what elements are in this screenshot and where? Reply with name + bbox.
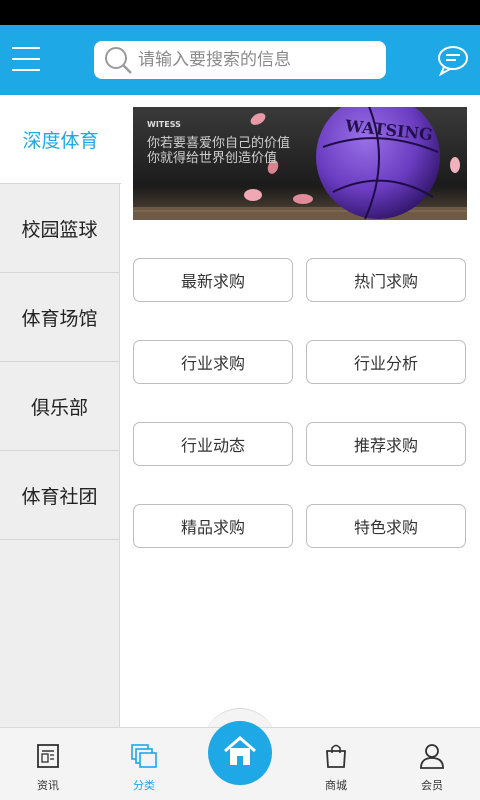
grid-button-industry-analysis[interactable]: 行业分析 bbox=[306, 340, 466, 384]
search-input[interactable] bbox=[138, 50, 368, 70]
tab-category[interactable]: 分类 bbox=[96, 728, 192, 800]
tab-news-label: 资讯 bbox=[37, 779, 59, 792]
search-box[interactable] bbox=[94, 41, 386, 79]
sidebar-item-clubs[interactable]: 俱乐部 bbox=[0, 362, 119, 451]
grid-button-industry-news[interactable]: 行业动态 bbox=[133, 422, 293, 466]
sidebar-item-sports-groups[interactable]: 体育社团 bbox=[0, 451, 119, 540]
status-bar bbox=[0, 0, 480, 25]
grid-button-hot-purchase[interactable]: 热门求购 bbox=[306, 258, 466, 302]
grid-button-industry-purchase[interactable]: 行业求购 bbox=[133, 340, 293, 384]
banner-line2: 你就得给世界创造价值 bbox=[147, 150, 277, 166]
banner-brand: WITESS bbox=[147, 120, 181, 129]
sidebar-item-campus-basketball[interactable]: 校园篮球 bbox=[0, 184, 119, 273]
top-header bbox=[0, 25, 480, 95]
promo-banner[interactable]: WITESS 你若要喜爱你自己的价值 你就得给世界创造价值 WATSING bbox=[133, 107, 467, 220]
tab-member-label: 会员 bbox=[421, 779, 443, 792]
message-icon[interactable] bbox=[436, 43, 470, 77]
tab-news[interactable]: 资讯 bbox=[0, 728, 96, 800]
grid-button-recommended-purchase[interactable]: 推荐求购 bbox=[306, 422, 466, 466]
tab-category-label: 分类 bbox=[133, 779, 155, 792]
grid-button-featured-purchase[interactable]: 特色求购 bbox=[306, 504, 466, 548]
home-button[interactable] bbox=[208, 721, 272, 785]
news-icon bbox=[36, 743, 60, 773]
tab-shop-label: 商城 bbox=[325, 779, 347, 792]
member-icon bbox=[419, 743, 445, 773]
category-sidebar: 深度体育 校园篮球 体育场馆 俱乐部 体育社团 bbox=[0, 95, 121, 727]
sidebar-item-stadiums[interactable]: 体育场馆 bbox=[0, 273, 119, 362]
grid-button-premium-purchase[interactable]: 精品求购 bbox=[133, 504, 293, 548]
banner-line1: 你若要喜爱你自己的价值 bbox=[147, 135, 290, 151]
menu-icon[interactable] bbox=[12, 45, 40, 73]
tab-shop[interactable]: 商城 bbox=[288, 728, 384, 800]
grid-button-latest-purchase[interactable]: 最新求购 bbox=[133, 258, 293, 302]
search-icon bbox=[98, 41, 138, 79]
shop-bag-icon bbox=[324, 743, 348, 773]
category-icon bbox=[130, 743, 158, 773]
home-icon bbox=[222, 734, 258, 772]
sidebar-item-depth-sports[interactable]: 深度体育 bbox=[0, 95, 121, 184]
tab-member[interactable]: 会员 bbox=[384, 728, 480, 800]
